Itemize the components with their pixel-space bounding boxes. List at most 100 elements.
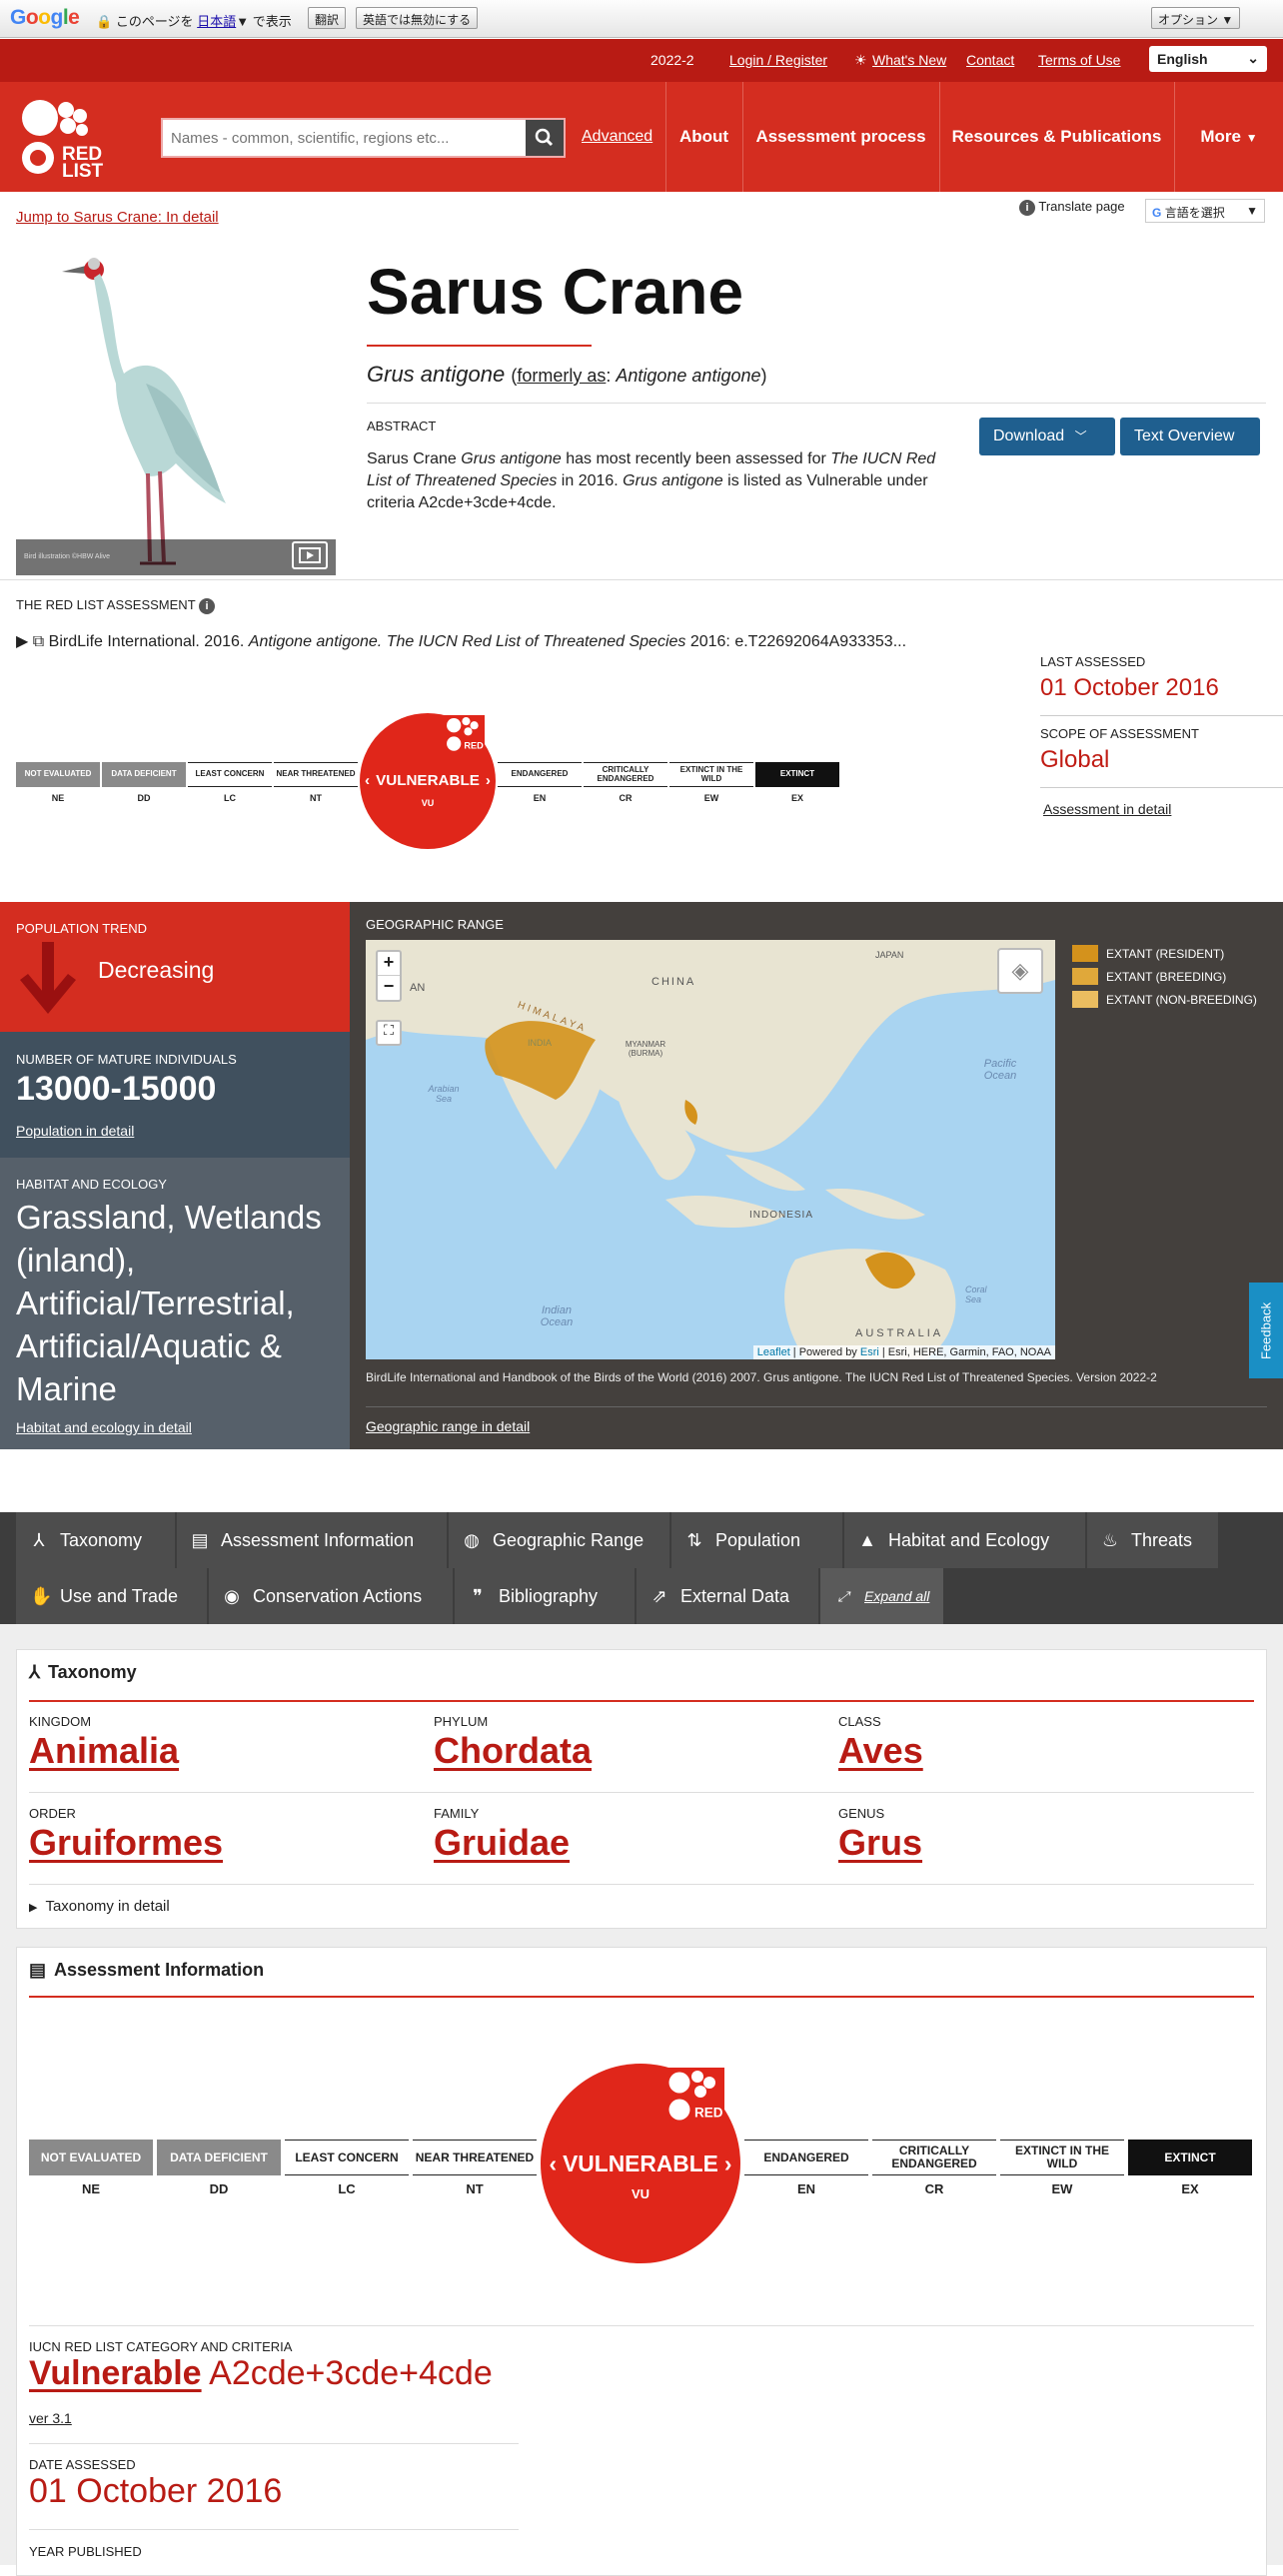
population-icon: ⇅ (686, 1530, 702, 1550)
citation[interactable]: ▶ ⧉ BirdLife International. 2016. Antigo… (16, 631, 975, 651)
feedback-button[interactable]: Feedback (1249, 1283, 1283, 1378)
translate-page[interactable]: i Translate page (1019, 199, 1125, 216)
category-ew[interactable]: EXTINCT IN THE WILD (1000, 2140, 1124, 2175)
options-button[interactable]: オプション ▼ (1151, 7, 1241, 29)
chevron-left-icon[interactable]: ‹ (365, 772, 370, 789)
login-link[interactable]: Login / Register (729, 52, 827, 68)
terms-link[interactable]: Terms of Use (1038, 52, 1120, 68)
class-value[interactable]: Aves (838, 1730, 923, 1772)
category-en[interactable]: ENDANGERED (744, 2140, 868, 2175)
kingdom-value[interactable]: Animalia (29, 1730, 179, 1772)
legend-label: EXTANT (NON-BREEDING) (1106, 993, 1257, 1007)
category-dd[interactable]: DATA DEFICIENT (102, 762, 186, 787)
taxonomy-detail-toggle[interactable]: ▶ Taxonomy in detail (29, 1898, 170, 1915)
leaflet-link[interactable]: Leaflet (757, 1346, 790, 1358)
phylum-value[interactable]: Chordata (434, 1730, 592, 1772)
language-link[interactable]: 日本語 (197, 14, 236, 29)
category-en[interactable]: ENDANGERED (498, 762, 582, 787)
date-assessed-label: DATE ASSESSED (29, 2457, 136, 2472)
version-link[interactable]: ver 3.1 (29, 2410, 72, 2426)
category-ex[interactable]: EXTINCT (1128, 2140, 1252, 2175)
chevron-right-icon[interactable]: › (724, 2150, 732, 2176)
disable-translate-button[interactable]: 英語では無効にする (356, 7, 479, 29)
info-icon[interactable]: i (199, 597, 216, 614)
tab-habitat-ecology[interactable]: ▲ Habitat and Ecology (844, 1512, 1086, 1568)
advanced-search-link[interactable]: Advanced (582, 128, 652, 146)
category-lc[interactable]: LEAST CONCERN (188, 762, 272, 787)
category-ex[interactable]: EXTINCT (755, 762, 839, 787)
tab-taxonomy[interactable]: ⅄ Taxonomy (16, 1512, 176, 1568)
clipboard-icon: ▤ (29, 1960, 47, 1980)
category-nt[interactable]: NEAR THREATENED (413, 2140, 537, 2175)
range-map[interactable]: JAPAN CHINA HIMALAYA INDIA MYANMAR (BURM… (366, 940, 1055, 1359)
search-box[interactable] (161, 118, 566, 158)
category-vulnerable-selected[interactable]: ‹ VULNERABLE › VU RED (541, 2064, 740, 2263)
map-label: JAPAN (875, 950, 904, 960)
category-dd[interactable]: DATA DEFICIENT (157, 2140, 281, 2175)
tab-population[interactable]: ⇅ Population (671, 1512, 843, 1568)
layers-icon[interactable]: ◈ (997, 948, 1043, 994)
zoom-in-button[interactable]: + (378, 952, 400, 976)
category-lc[interactable]: LEAST CONCERN (285, 2140, 409, 2175)
fire-icon: ♨ (1101, 1530, 1119, 1550)
info-icon: i (1019, 199, 1035, 216)
category-criteria-label: IUCN RED LIST CATEGORY AND CRITERIA (29, 2339, 293, 2354)
nav-assessment-process[interactable]: Assessment process (742, 82, 938, 192)
nav-about[interactable]: About (665, 82, 741, 192)
expand-all-button[interactable]: ⤢ Expand all (820, 1568, 944, 1624)
tab-geographic-range[interactable]: ◍ Geographic Range (449, 1512, 670, 1568)
map-label: Pacific Ocean (983, 1058, 1017, 1082)
nav-resources[interactable]: Resources & Publications (939, 82, 1173, 192)
population-link[interactable]: Population in detail (16, 1123, 134, 1139)
chevron-left-icon[interactable]: ‹ (550, 2150, 558, 2176)
category-vulnerable-selected[interactable]: ‹ VULNERABLE › VU RED (360, 712, 496, 849)
genus-value[interactable]: Grus (838, 1822, 922, 1864)
tab-bibliography[interactable]: ❞ Bibliography (455, 1568, 636, 1624)
habitat-link[interactable]: Habitat and ecology in detail (16, 1419, 192, 1435)
tab-assessment-information[interactable]: ▤ Assessment Information (177, 1512, 448, 1568)
map-label: Indian Ocean (540, 1304, 574, 1328)
download-button[interactable]: Download ﹀ (979, 418, 1115, 455)
species-photo[interactable]: Bird illustration ©HBW Alive (16, 244, 336, 575)
contact-link[interactable]: Contact (966, 52, 1014, 68)
chevron-right-icon[interactable]: › (486, 772, 491, 789)
category-cr[interactable]: CRITICALLY ENDANGERED (584, 762, 667, 787)
tab-external-data[interactable]: ⇗ External Data (637, 1568, 819, 1624)
category-ne[interactable]: NOT EVALUATED (16, 762, 100, 787)
order-value[interactable]: Gruiformes (29, 1822, 223, 1864)
jump-link[interactable]: Jump to Sarus Crane: In detail (16, 209, 219, 226)
assessment-detail-link[interactable]: Assessment in detail (1043, 801, 1171, 817)
fullscreen-icon[interactable]: ⛶ (376, 1020, 402, 1046)
whats-new-link[interactable]: What's New (872, 52, 946, 68)
category-nt[interactable]: NEAR THREATENED (274, 762, 358, 787)
tab-use-trade[interactable]: ✋ Use and Trade (16, 1568, 208, 1624)
text-overview-button[interactable]: Text Overview (1120, 418, 1260, 455)
search-button[interactable] (526, 120, 564, 156)
language-select[interactable]: English ⌄ (1149, 46, 1267, 72)
category-ne[interactable]: NOT EVALUATED (29, 2140, 153, 2175)
taxonomy-card: ⅄ Taxonomy KINGDOM Animalia PHYLUM Chorda… (16, 1649, 1267, 1929)
tab-conservation-actions[interactable]: ◉ Conservation Actions (209, 1568, 454, 1624)
legend-item: EXTANT (BREEDING) (1072, 968, 1226, 985)
category-link[interactable]: Vulnerable (29, 2354, 202, 2392)
translate-button[interactable]: 翻訳 (308, 7, 347, 29)
language-select-value: English (1157, 51, 1208, 67)
dropdown-icon[interactable]: ▼ (236, 14, 249, 29)
category-cr[interactable]: CRITICALLY ENDANGERED (872, 2140, 996, 2175)
genus-label: GENUS (838, 1806, 885, 1821)
tab-threats[interactable]: ♨ Threats (1087, 1512, 1219, 1568)
formerly-link[interactable]: formerly as (517, 366, 606, 386)
esri-link[interactable]: Esri (860, 1346, 879, 1358)
nav-more[interactable]: More ▼ (1174, 82, 1283, 192)
zoom-out-button[interactable]: − (378, 976, 400, 1000)
geographic-range-link[interactable]: Geographic range in detail (366, 1418, 530, 1434)
search-input[interactable] (163, 120, 523, 156)
google-language-select[interactable]: G 言語を選択 ▼ (1145, 199, 1265, 223)
family-value[interactable]: Gruidae (434, 1822, 570, 1864)
formerly-name: Antigone antigone (616, 366, 761, 386)
red-list-logo[interactable]: RED LIST (18, 96, 108, 182)
copy-icon[interactable]: ⧉ (33, 633, 44, 650)
decreasing-arrow-icon (20, 942, 76, 1014)
category-ew[interactable]: EXTINCT IN THE WILD (669, 762, 753, 787)
gallery-icon[interactable] (292, 541, 328, 569)
